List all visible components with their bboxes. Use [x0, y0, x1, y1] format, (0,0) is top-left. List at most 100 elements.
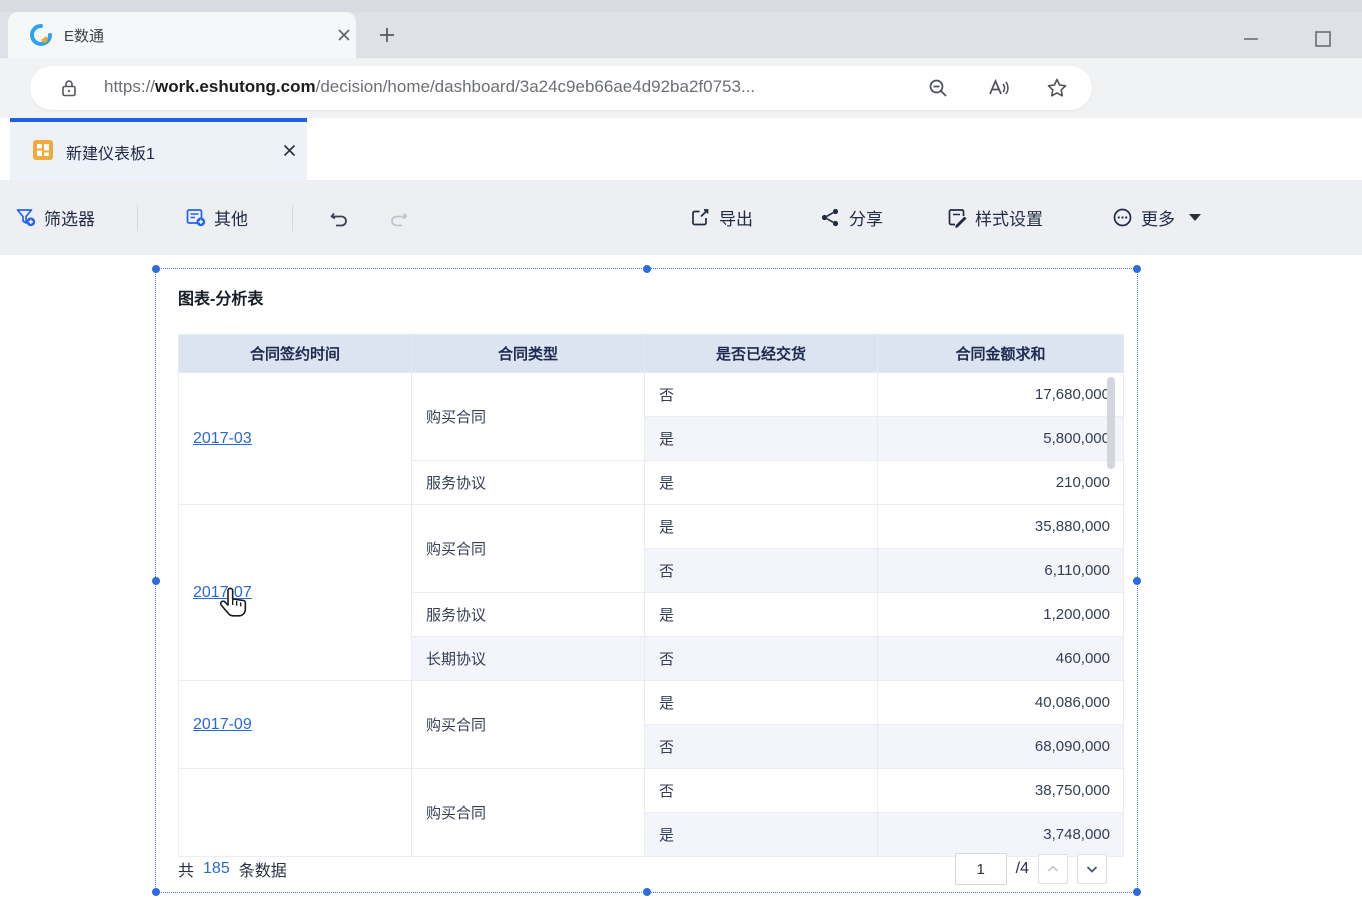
close-tab-icon[interactable]	[336, 27, 352, 43]
dashboard-tab[interactable]: 新建仪表板1	[10, 118, 307, 180]
total-records: 共 185 条数据	[178, 849, 287, 889]
export-button[interactable]: 导出	[690, 180, 753, 255]
share-button-label: 分享	[849, 205, 883, 230]
sign-time-link[interactable]: 2017-09	[193, 716, 252, 733]
delivered-cell: 否	[645, 549, 878, 593]
style-settings-icon	[946, 207, 967, 228]
amount-cell: 38,750,000	[878, 769, 1124, 813]
url-input[interactable]: https://work.eshutong.com/decision/home/…	[30, 66, 1092, 110]
export-icon	[690, 207, 711, 228]
zoom-out-icon[interactable]	[926, 76, 950, 100]
toolbar-divider	[292, 205, 293, 231]
export-button-label: 导出	[719, 205, 753, 230]
column-header-sign-time[interactable]: 合同签约时间	[179, 335, 412, 373]
redo-button[interactable]	[388, 180, 409, 255]
url-scheme: https://	[104, 77, 155, 96]
browser-tab-strip: E数通	[0, 12, 1362, 58]
selection-handle[interactable]	[152, 265, 160, 273]
contract-type-cell: 购买合同	[412, 681, 645, 769]
share-button[interactable]: 分享	[820, 180, 883, 255]
dashboard-canvas[interactable]: 图表-分析表 合同签约时间 合同类型 是否已经交货 合同金额求和 2017-03…	[0, 255, 1362, 902]
next-page-button[interactable]	[1077, 854, 1107, 884]
window-minimize-icon[interactable]	[1228, 26, 1274, 52]
sign-time-cell: 2017-07	[179, 505, 412, 681]
dashboard-grid-icon	[32, 139, 54, 161]
column-header-amount-sum[interactable]: 合同金额求和	[878, 335, 1124, 373]
widget-title: 图表-分析表	[178, 285, 263, 309]
lock-icon[interactable]	[58, 77, 80, 99]
sign-time-link[interactable]: 2017-07	[193, 584, 252, 601]
undo-icon	[328, 207, 349, 228]
new-tab-icon[interactable]	[378, 26, 396, 44]
contract-type-cell: 购买合同	[412, 769, 645, 857]
other-button-label: 其他	[214, 205, 248, 230]
browser-tab-title: E数通	[64, 25, 104, 46]
amount-cell: 1,200,000	[878, 593, 1124, 637]
browser-tab[interactable]: E数通	[8, 12, 356, 58]
table-row: 2017-09购买合同是40,086,000	[179, 681, 1124, 725]
page-number-input[interactable]	[955, 853, 1007, 885]
page-total: /4	[1016, 860, 1029, 878]
window-maximize-icon[interactable]	[1300, 26, 1346, 52]
table-footer: 共 185 条数据 /4	[178, 849, 1117, 889]
table-row: 2017-07购买合同是35,880,000	[179, 505, 1124, 549]
style-settings-button[interactable]: 样式设置	[946, 180, 1043, 255]
favorite-star-icon[interactable]	[1045, 76, 1069, 100]
filter-button-label: 筛选器	[44, 205, 95, 230]
style-settings-button-label: 样式设置	[975, 205, 1043, 230]
table-row: 购买合同否38,750,000	[179, 769, 1124, 813]
selection-handle[interactable]	[1133, 888, 1141, 896]
delivered-cell: 是	[645, 461, 878, 505]
read-aloud-icon[interactable]	[986, 76, 1010, 100]
sign-time-cell: 2017-09	[179, 681, 412, 769]
selection-handle[interactable]	[643, 265, 651, 273]
table-row: 2017-03购买合同否17,680,000	[179, 373, 1124, 417]
previous-page-button[interactable]	[1038, 854, 1068, 884]
delivered-cell: 否	[645, 725, 878, 769]
analysis-table-widget[interactable]: 图表-分析表 合同签约时间 合同类型 是否已经交货 合同金额求和 2017-03…	[155, 268, 1138, 893]
selection-handle[interactable]	[152, 577, 160, 585]
contract-type-cell: 服务协议	[412, 593, 645, 637]
delivered-cell: 否	[645, 373, 878, 417]
sign-time-link[interactable]: 2017-03	[193, 430, 252, 447]
table-scrollbar-thumb[interactable]	[1107, 377, 1115, 469]
column-header-contract-type[interactable]: 合同类型	[412, 335, 645, 373]
url-text[interactable]: https://work.eshutong.com/decision/home/…	[104, 77, 755, 97]
url-path: /decision/home/dashboard/3a24c9eb66ae4d9…	[316, 77, 756, 96]
analysis-table: 合同签约时间 合同类型 是否已经交货 合同金额求和 2017-03购买合同否17…	[178, 334, 1124, 857]
redo-icon	[388, 207, 409, 228]
more-dropdown-caret-icon	[1189, 214, 1201, 221]
undo-button[interactable]	[328, 180, 349, 255]
amount-cell: 40,086,000	[878, 681, 1124, 725]
filter-button[interactable]: 筛选器	[15, 180, 95, 255]
contract-type-cell: 长期协议	[412, 637, 645, 681]
more-button[interactable]: 更多	[1112, 180, 1201, 255]
dashboard-tab-bar: 新建仪表板1	[0, 118, 1362, 180]
contract-type-cell: 购买合同	[412, 373, 645, 461]
total-prefix: 共	[178, 857, 194, 881]
selection-handle[interactable]	[643, 888, 651, 896]
total-suffix: 条数据	[239, 857, 287, 881]
selection-handle[interactable]	[1133, 577, 1141, 585]
amount-cell: 6,110,000	[878, 549, 1124, 593]
amount-cell: 5,800,000	[878, 417, 1124, 461]
site-favicon-icon	[30, 24, 52, 46]
amount-cell: 460,000	[878, 637, 1124, 681]
delivered-cell: 否	[645, 637, 878, 681]
selection-handle[interactable]	[1133, 265, 1141, 273]
selection-handle[interactable]	[152, 888, 160, 896]
dashboard-tab-close-icon[interactable]	[282, 143, 297, 158]
other-button[interactable]: 其他	[185, 180, 248, 255]
table-header-row: 合同签约时间 合同类型 是否已经交货 合同金额求和	[179, 335, 1124, 373]
toolbar-divider	[137, 205, 138, 231]
delivered-cell: 是	[645, 593, 878, 637]
sign-time-cell: 2017-03	[179, 373, 412, 505]
delivered-cell: 是	[645, 417, 878, 461]
app-window: E数通 https://work.eshutong.com/decision	[0, 0, 1362, 902]
dashboard-tab-label: 新建仪表板1	[66, 140, 155, 164]
contract-type-cell: 服务协议	[412, 461, 645, 505]
column-header-delivered[interactable]: 是否已经交货	[645, 335, 878, 373]
amount-cell: 35,880,000	[878, 505, 1124, 549]
amount-cell: 68,090,000	[878, 725, 1124, 769]
total-count[interactable]: 185	[203, 860, 230, 878]
